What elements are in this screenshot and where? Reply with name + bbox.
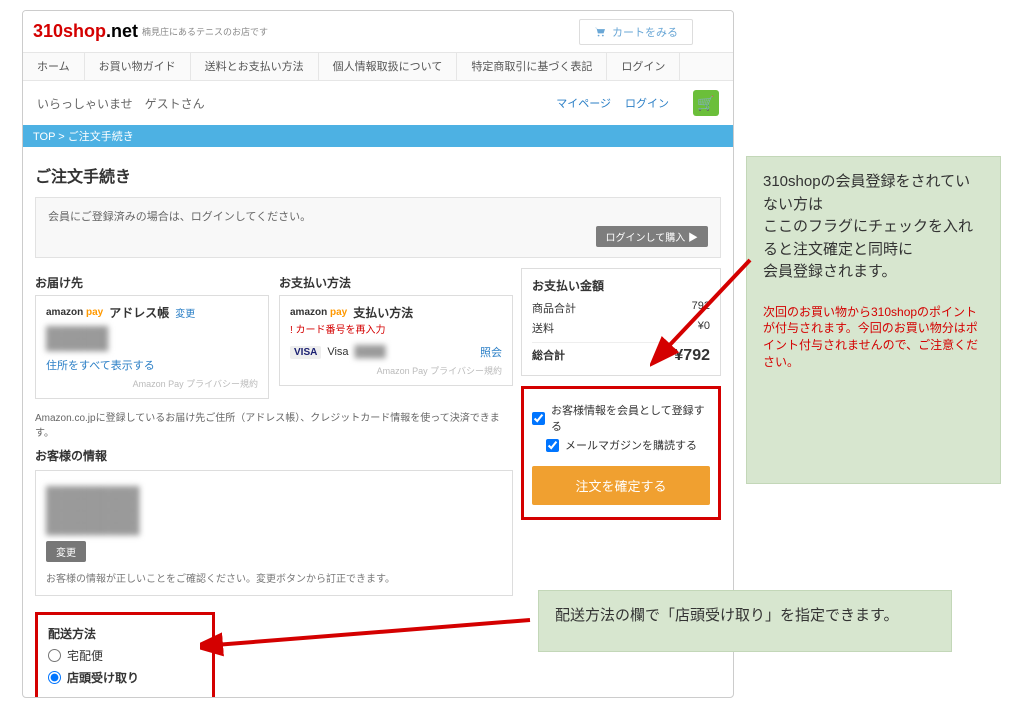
view-cart-button[interactable]: カートをみる <box>579 19 693 45</box>
shipping-option-pickup[interactable]: 店頭受け取り <box>48 669 202 686</box>
view-cart-label: カートをみる <box>612 24 678 40</box>
shipping-delivery-label: 宅配便 <box>67 647 103 664</box>
show-all-addresses-link[interactable]: 住所をすべて表示する <box>46 357 258 373</box>
visa-text: Visa <box>327 346 348 358</box>
shipping-radio-delivery[interactable] <box>48 649 61 662</box>
shipping-method-box: 配送方法 宅配便 店頭受け取り 配送方法について ▼ <box>35 612 215 698</box>
nav-home[interactable]: ホーム <box>23 53 85 81</box>
page-title: ご注文手続き <box>35 163 721 187</box>
shipfee-value: ¥0 <box>698 320 710 336</box>
customer-info-card: ████████████████████████████████████████… <box>35 470 513 596</box>
blurred-card: ████ <box>355 346 474 358</box>
amazonpay-privacy-1[interactable]: Amazon Pay プライバシー規約 <box>46 377 258 390</box>
logo-tagline: 楠見庄にあるテニスのお店です <box>142 25 268 38</box>
shipping-pickup-label: 店頭受け取り <box>67 669 139 686</box>
amazonpay-badge: amazon pay <box>46 307 103 318</box>
subscribe-newsletter-label: メールマガジンを購読する <box>565 437 697 453</box>
nav-privacy[interactable]: 個人情報取扱について <box>319 53 458 81</box>
shipping-title: 配送方法 <box>48 625 202 642</box>
payment-method-label: 支払い方法 <box>353 304 413 321</box>
payment-card: amazon pay 支払い方法 ! カード番号を再入力 VISA Visa █… <box>279 295 513 386</box>
login-to-purchase-button[interactable]: ログインして購入 ▶ <box>596 226 708 247</box>
total-value: ¥792 <box>674 347 710 365</box>
login-link[interactable]: ログイン <box>625 95 669 111</box>
total-label: 総合計 <box>532 347 565 365</box>
welcome-text: いらっしゃいませ ゲストさん <box>37 95 205 112</box>
confirm-order-button[interactable]: 注文を確定する <box>532 466 710 505</box>
verify-link[interactable]: 照会 <box>480 344 502 360</box>
login-notice-box: 会員にご登録済みの場合は、ログインしてください。 ログインして購入 ▶ <box>35 197 721 258</box>
shipping-option-delivery[interactable]: 宅配便 <box>48 647 202 664</box>
reenter-card-warning: ! カード番号を再入力 <box>290 321 502 336</box>
visa-badge: VISA <box>290 346 321 359</box>
customer-info-title: お客様の情報 <box>35 447 513 464</box>
annotation-register-note: 次回のお買い物から310shopのポイントが付与されます。今回のお買い物分はポイ… <box>763 304 984 371</box>
subscribe-newsletter-row[interactable]: メールマガジンを購読する <box>532 437 710 453</box>
nav-login[interactable]: ログイン <box>607 53 680 81</box>
nav-sct[interactable]: 特定商取引に基づく表記 <box>457 53 607 81</box>
login-notice-text: 会員にご登録済みの場合は、ログインしてください。 <box>48 208 708 224</box>
annotation-register-text: 310shopの会員登録をされていない方は ここのフラグにチェックを入れると注文… <box>763 173 973 280</box>
register-as-member-label: お客様情報を会員として登録する <box>551 402 710 434</box>
topbar: 310shop.net 楠見庄にあるテニスのお店です カートをみる <box>23 11 733 53</box>
subheader: いらっしゃいませ ゲストさん マイページ ログイン 🛒 <box>23 81 733 125</box>
address-book-label: アドレス帳 <box>109 304 169 321</box>
register-as-member-checkbox[interactable] <box>532 412 545 425</box>
amazon-note: Amazon.co.jpに登録しているお届け先ご住所（アドレス帳）、クレジットカ… <box>35 409 513 439</box>
subtotal-label: 商品合計 <box>532 300 576 316</box>
totals-box: お支払い金額 商品合計 792 送料 ¥0 総合計 ¥792 <box>521 268 721 376</box>
totals-title: お支払い金額 <box>532 277 710 294</box>
blurred-address: ████████████████ <box>46 327 258 351</box>
logo[interactable]: 310shop.net <box>33 21 138 42</box>
customer-change-button[interactable]: 変更 <box>46 541 86 562</box>
customer-note: お客様の情報が正しいことをご確認ください。変更ボタンから訂正できます。 <box>46 570 502 585</box>
main-nav: ホーム お買い物ガイド 送料とお支払い方法 個人情報取扱について 特定商取引に基… <box>23 53 733 81</box>
cart-icon <box>594 27 606 37</box>
breadcrumb[interactable]: TOP > ご注文手続き <box>23 125 733 147</box>
delivery-title: お届け先 <box>35 274 269 291</box>
about-shipping-button[interactable]: 配送方法について ▼ <box>52 697 172 698</box>
payment-title: お支払い方法 <box>279 274 513 291</box>
subtotal-value: 792 <box>692 300 710 316</box>
shipfee-label: 送料 <box>532 320 554 336</box>
amazonpay-badge-2: amazon pay <box>290 307 347 318</box>
annotation-shipping-text: 配送方法の欄で「店頭受け取り」を指定できます。 <box>555 607 899 624</box>
cart-square-icon[interactable]: 🛒 <box>693 90 719 116</box>
amazonpay-privacy-2[interactable]: Amazon Pay プライバシー規約 <box>290 364 502 377</box>
delivery-card: amazon pay アドレス帳 変更 ████████████████ 住所を… <box>35 295 269 399</box>
register-confirm-box: お客様情報を会員として登録する メールマガジンを購読する 注文を確定する <box>521 386 721 520</box>
mypage-link[interactable]: マイページ <box>556 95 611 111</box>
annotation-register: 310shopの会員登録をされていない方は ここのフラグにチェックを入れると注文… <box>746 156 1001 484</box>
subscribe-newsletter-checkbox[interactable] <box>546 439 559 452</box>
nav-guide[interactable]: お買い物ガイド <box>85 53 191 81</box>
annotation-shipping: 配送方法の欄で「店頭受け取り」を指定できます。 <box>538 590 952 652</box>
register-as-member-row[interactable]: お客様情報を会員として登録する <box>532 402 710 434</box>
delivery-change-link[interactable]: 変更 <box>175 305 195 320</box>
blurred-customer-info: ████████████████████████████████████████… <box>46 487 502 535</box>
nav-shipping-payment[interactable]: 送料とお支払い方法 <box>191 53 319 81</box>
shipping-radio-pickup[interactable] <box>48 671 61 684</box>
